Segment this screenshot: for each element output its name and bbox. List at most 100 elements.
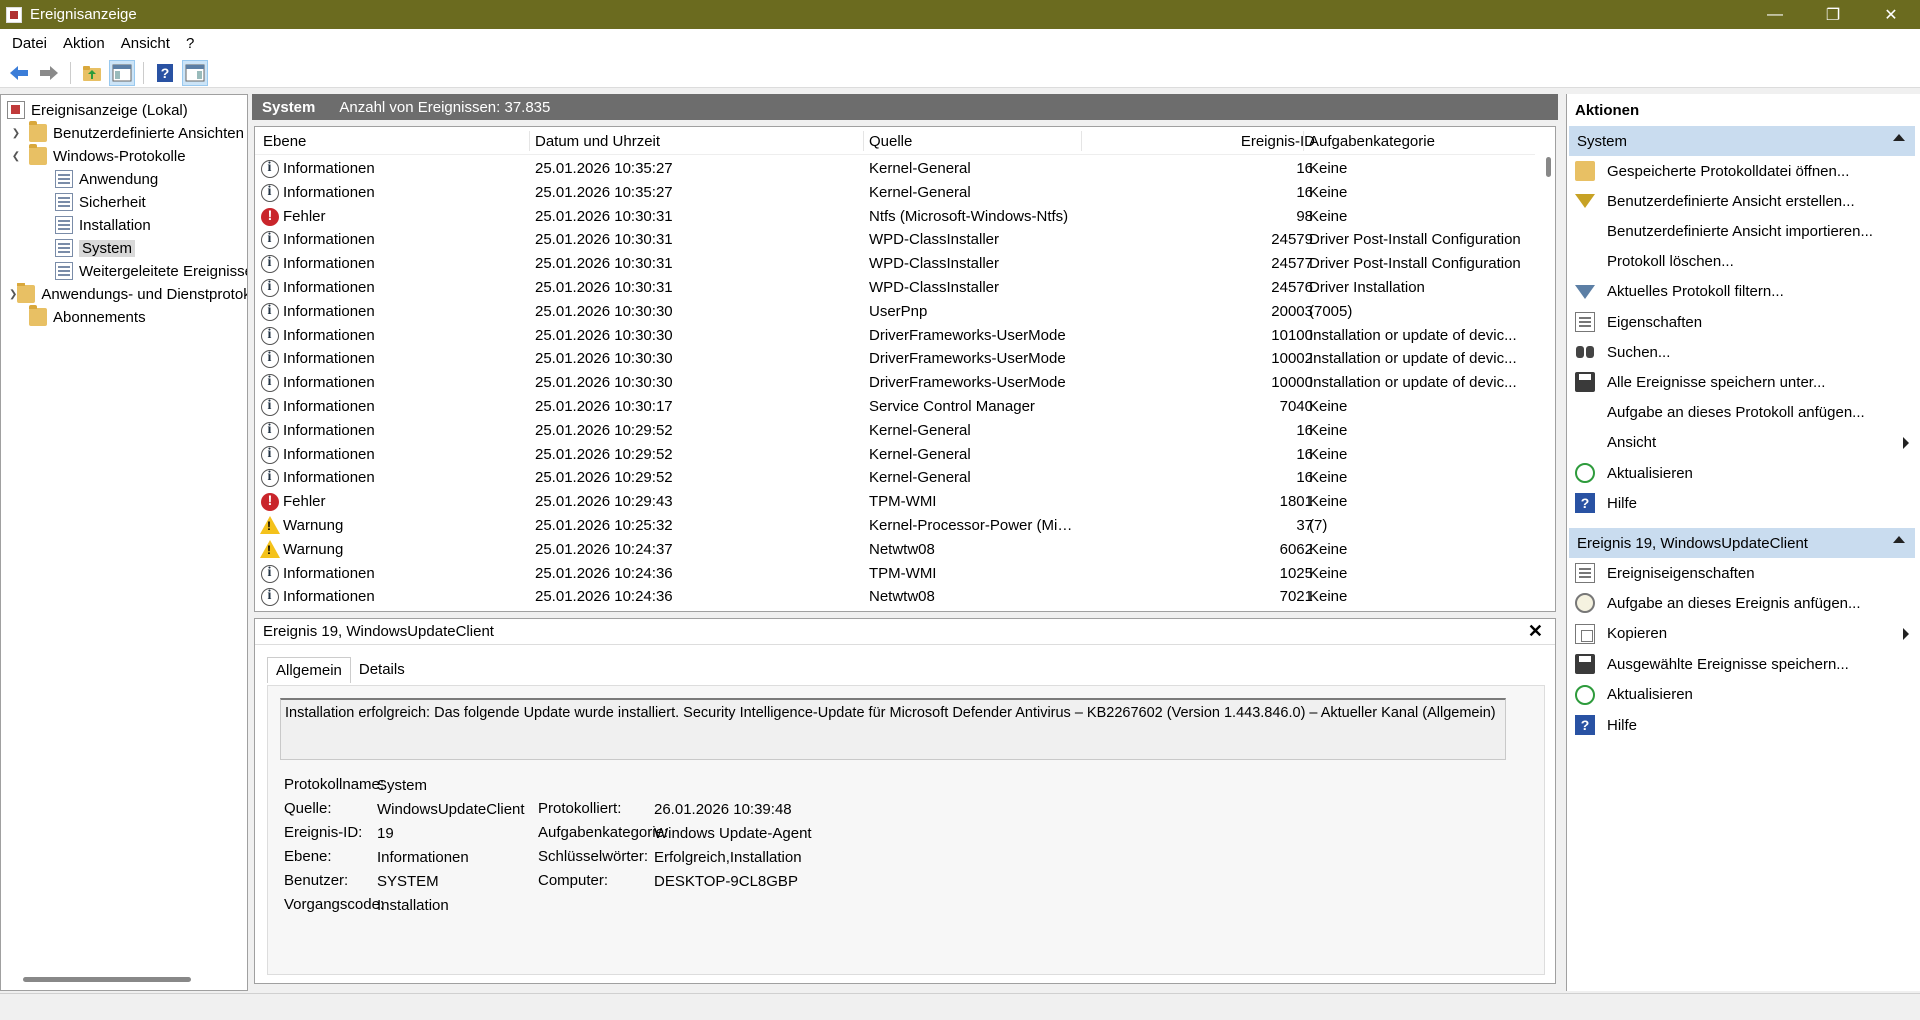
action-item[interactable]: Aufgabe an dieses Protokoll anfügen... (1575, 400, 1915, 426)
column-header-event-id[interactable]: Ereignis-ID (1155, 133, 1315, 150)
table-row[interactable]: Informationen 25.01.2026 10:24:36 Netwtw08… (255, 585, 1535, 609)
help-toolbar-button[interactable]: ? (152, 60, 178, 86)
cell-source: Kernel-General (869, 183, 971, 201)
chevron-right-icon[interactable]: ❯ (9, 128, 23, 139)
table-row[interactable]: Informationen 25.01.2026 10:30:31 WPD-Clas… (255, 276, 1535, 300)
table-row[interactable]: Informationen 25.01.2026 10:30:31 WPD-Clas… (255, 252, 1535, 276)
table-row[interactable]: Informationen 25.01.2026 10:30:30 DriverFr… (255, 324, 1535, 348)
chevron-down-icon[interactable]: ❮ (9, 151, 23, 162)
tree-item-label: System (79, 239, 136, 257)
tree-item-windows-logs[interactable]: ❮ Windows-Protokolle (9, 144, 186, 167)
menu-datei[interactable]: Datei (4, 35, 55, 52)
cell-level: Informationen (283, 183, 375, 201)
tree-horizontal-scrollbar[interactable] (23, 977, 191, 982)
forward-button[interactable] (36, 60, 62, 86)
cell-event-id: 24576 (1271, 279, 1313, 296)
column-header-date[interactable]: Datum und Uhrzeit (535, 133, 660, 150)
restore-button[interactable]: ❐ (1804, 0, 1862, 29)
tree-item-forwarded-events[interactable]: Weitergeleitete Ereignisse (55, 260, 247, 282)
close-window-button[interactable]: ✕ (1862, 0, 1920, 29)
actions-section-event[interactable]: Ereignis 19, WindowsUpdateClient (1569, 528, 1915, 558)
column-header-level[interactable]: Ebene (263, 133, 306, 150)
menu-aktion[interactable]: Aktion (55, 35, 113, 52)
action-item[interactable]: Alle Ereignisse speichern unter... (1575, 369, 1915, 395)
tree-item-subscriptions[interactable]: Abonnements (29, 305, 146, 328)
tab-details[interactable]: Details (351, 657, 413, 683)
table-row[interactable]: Informationen 25.01.2026 10:30:17 Service … (255, 395, 1535, 419)
action-item[interactable]: Ereigniseigenschaften (1575, 560, 1915, 586)
back-button[interactable] (6, 60, 32, 86)
table-row[interactable]: Informationen 25.01.2026 10:30:31 WPD-Clas… (255, 228, 1535, 252)
event-description[interactable]: Installation erfolgreich: Das folgende U… (280, 698, 1506, 760)
blank-icon (1575, 252, 1595, 272)
folder-icon (17, 283, 36, 303)
action-item[interactable]: Ausgewählte Ereignisse speichern... (1575, 651, 1915, 677)
column-divider[interactable] (529, 131, 530, 151)
collapse-caret-icon[interactable] (1893, 134, 1905, 141)
cell-event-id: 10100 (1271, 326, 1313, 344)
action-item[interactable]: Benutzerdefinierte Ansicht importieren..… (1575, 218, 1915, 244)
log-header: System Anzahl von Ereignissen: 37.835 (252, 94, 1558, 120)
table-row[interactable]: Warnung 25.01.2026 10:25:32 Kernel-Process… (255, 514, 1535, 538)
column-divider[interactable] (1081, 131, 1082, 151)
table-row[interactable]: Informationen 25.01.2026 10:35:27 Kernel-G… (255, 181, 1535, 205)
tree-item-installation[interactable]: Installation (55, 214, 151, 236)
menu-help[interactable]: ? (178, 35, 202, 52)
cell-date: 25.01.2026 10:29:52 (535, 469, 673, 487)
column-divider[interactable] (1303, 131, 1304, 151)
tree-item-root[interactable]: Ereignisanzeige (Lokal) (7, 99, 188, 121)
column-divider[interactable] (863, 131, 864, 151)
action-item[interactable]: Ansicht (1575, 430, 1915, 456)
info-icon (261, 588, 279, 607)
tab-allgemein[interactable]: Allgemein (267, 657, 351, 683)
show-hide-action-pane-button[interactable] (182, 59, 208, 86)
table-row[interactable]: Fehler 25.01.2026 10:30:31 Ntfs (Microsoft… (255, 205, 1535, 229)
user-label: Benutzer: (284, 872, 349, 889)
column-header-source[interactable]: Quelle (869, 133, 912, 150)
menu-ansicht[interactable]: Ansicht (113, 35, 178, 52)
info-icon (261, 374, 279, 393)
table-row[interactable]: Informationen 25.01.2026 10:24:36 TPM-WMI 1… (255, 562, 1535, 586)
action-item[interactable]: Suchen... (1575, 339, 1915, 365)
tree-item-system[interactable]: System (55, 237, 136, 259)
action-item[interactable]: ? Hilfe (1575, 712, 1915, 738)
table-row[interactable]: Informationen 25.01.2026 10:35:27 Kernel-G… (255, 157, 1535, 181)
table-row[interactable]: Informationen 25.01.2026 10:29:52 Kernel-G… (255, 466, 1535, 490)
tree-item-custom-views[interactable]: ❯ Benutzerdefinierte Ansichten (9, 121, 244, 144)
table-row[interactable]: Informationen 25.01.2026 10:29:52 Kernel-G… (255, 443, 1535, 467)
tree-item-anwendung[interactable]: Anwendung (55, 168, 158, 190)
chevron-right-icon[interactable]: ❯ (9, 289, 17, 300)
table-row[interactable]: Warnung 25.01.2026 10:24:37 Netwtw08 6062Ke… (255, 538, 1535, 562)
table-row[interactable]: Informationen 25.01.2026 10:30:30 DriverFr… (255, 347, 1535, 371)
action-label: Aufgabe an dieses Ereignis anfügen... (1607, 594, 1861, 612)
actions-section-system[interactable]: System (1569, 126, 1915, 156)
action-item[interactable]: Aktualisieren (1575, 460, 1915, 486)
tree-item-sicherheit[interactable]: Sicherheit (55, 191, 146, 213)
blank-icon (1575, 433, 1595, 453)
action-item[interactable]: Gespeicherte Protokolldatei öffnen... (1575, 158, 1915, 184)
minimize-button[interactable]: — (1746, 0, 1804, 29)
action-item[interactable]: Eigenschaften (1575, 309, 1915, 335)
cell-level: Informationen (283, 421, 375, 439)
action-item[interactable]: Aktualisieren (1575, 682, 1915, 708)
action-item[interactable]: Aktuelles Protokoll filtern... (1575, 279, 1915, 305)
table-row[interactable]: Informationen 25.01.2026 10:29:52 Kernel-G… (255, 419, 1535, 443)
source-label: Quelle: (284, 800, 332, 817)
show-hide-tree-button[interactable] (109, 59, 135, 86)
table-row[interactable]: Informationen 25.01.2026 10:30:30 DriverFr… (255, 371, 1535, 395)
action-item[interactable]: Aufgabe an dieses Ereignis anfügen... (1575, 590, 1915, 616)
close-icon[interactable]: ✕ (1528, 621, 1543, 642)
action-item[interactable]: ? Hilfe (1575, 490, 1915, 516)
tree-item-app-service-logs[interactable]: ❯ Anwendungs- und Dienstprotokolle (9, 283, 247, 305)
action-item[interactable]: Benutzerdefinierte Ansicht erstellen... (1575, 188, 1915, 214)
log-name-label: Protokollname: (284, 776, 385, 793)
action-item[interactable]: Protokoll löschen... (1575, 249, 1915, 275)
collapse-caret-icon[interactable] (1893, 536, 1905, 543)
up-folder-button[interactable] (79, 60, 105, 86)
column-header-task-category[interactable]: Aufgabenkategorie (1309, 133, 1435, 150)
table-row[interactable]: Informationen 25.01.2026 10:30:30 UserPnp 2… (255, 300, 1535, 324)
cell-task-category: Keine (1309, 588, 1348, 606)
action-item[interactable]: Kopieren (1575, 621, 1915, 647)
table-row[interactable]: Fehler 25.01.2026 10:29:43 TPM-WMI 1801Kein… (255, 490, 1535, 514)
event-list-scrollbar[interactable] (1546, 157, 1551, 177)
